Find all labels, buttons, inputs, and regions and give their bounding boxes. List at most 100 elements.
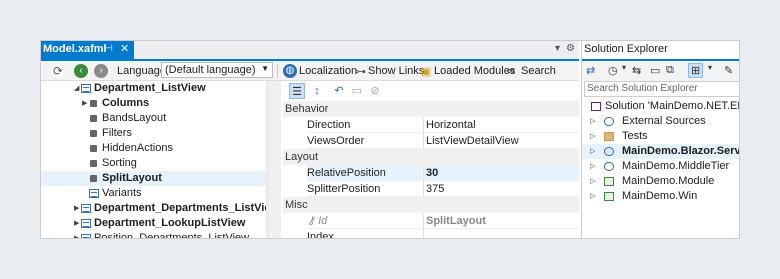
property-row[interactable]: ViewsOrder ListViewDetailView <box>283 133 579 149</box>
expand-icon[interactable]: ▷ <box>590 129 595 144</box>
wrench-icon[interactable]: ✎ <box>724 64 733 77</box>
back-forward-icon[interactable]: ⇆ <box>632 64 641 77</box>
expand-icon[interactable]: ▷ <box>590 114 595 129</box>
show-all-files-icon[interactable]: ⧉ <box>666 64 674 77</box>
chevron-down-icon[interactable]: ▾ <box>622 63 626 72</box>
tree-item[interactable]: ▶ Columns <box>41 96 266 111</box>
tree-item-label: Columns <box>102 97 150 109</box>
tree-item-selected[interactable]: SplitLayout <box>41 171 266 186</box>
expand-icon[interactable]: ▶ <box>74 231 79 238</box>
expand-icon[interactable]: ▷ <box>590 174 595 189</box>
solution-explorer-toolbar: ⇄ ◷ ▾ ⇆ ▭ ⧉ ⊞ ▾ ✎ <box>582 59 739 81</box>
tree-item[interactable]: Variants <box>41 186 266 201</box>
categorized-icon[interactable]: ☰ <box>289 83 305 99</box>
solution-item-selected[interactable]: ▷ MainDemo.Blazor.Server <box>582 144 739 159</box>
category-misc[interactable]: Misc <box>283 197 579 213</box>
expand-icon[interactable]: ▶ <box>74 201 79 216</box>
list-view-icon <box>81 234 91 238</box>
item-label: Tests <box>622 130 648 142</box>
solution-item[interactable]: ▷ Tests <box>582 129 739 144</box>
chevron-down-icon[interactable]: ▾ <box>708 63 712 72</box>
property-row[interactable]: SplitterPosition 375 <box>283 181 579 197</box>
language-select-value: (Default language) <box>165 64 256 76</box>
solution-item[interactable]: ▷ MainDemo.MiddleTier <box>582 159 739 174</box>
back-icon[interactable]: ‹ <box>74 64 88 78</box>
property-value[interactable]: 30 <box>424 165 579 181</box>
property-name: ⚷ Id <box>307 213 422 229</box>
tab-dropdown-icon[interactable]: ▾ <box>555 43 560 54</box>
document-tab-bar: Model.xafml ⊣ ✕ ▾ ⚙ <box>41 41 579 59</box>
globe-icon: ◍ <box>283 64 297 78</box>
item-label: MainDemo.Module <box>622 175 715 187</box>
localization-button[interactable]: Localization <box>299 65 357 77</box>
list-view-icon <box>81 219 91 228</box>
show-links-button[interactable]: Show Links <box>368 65 424 77</box>
solution-item[interactable]: ▷ External Sources <box>582 114 739 129</box>
search-button[interactable]: Search <box>521 65 556 77</box>
search-input[interactable]: Search Solution Explorer <box>584 81 739 97</box>
tree-item[interactable]: ◢ Department_ListView <box>41 81 266 96</box>
gear-icon[interactable]: ⚙ <box>566 43 575 54</box>
expand-icon[interactable]: ▶ <box>74 216 79 231</box>
category-label: Misc <box>285 199 308 211</box>
property-name: RelativePosition <box>307 165 422 181</box>
node-icon <box>90 160 97 167</box>
property-row[interactable]: ⚷ Id SplitLayout <box>283 213 579 229</box>
preview-icon[interactable]: ⊞ <box>688 63 704 78</box>
expand-icon[interactable]: ▷ <box>590 159 595 174</box>
refresh-icon[interactable]: ⟳ <box>51 64 65 78</box>
collapse-all-icon[interactable]: ▭ <box>650 64 660 77</box>
property-row[interactable]: Direction Horizontal <box>283 117 579 133</box>
pin-icon[interactable]: ⊣ <box>105 43 113 54</box>
link-icon: ⊶ <box>355 66 366 78</box>
expand-icon[interactable]: ▷ <box>590 144 595 159</box>
tree-item-label: Department_LookupListView <box>94 217 246 229</box>
tree-item-label: Filters <box>102 127 132 139</box>
toolbar-separator <box>277 64 278 78</box>
model-tree[interactable]: ◢ Department_ListView ▶ Columns BandsLay… <box>41 81 266 239</box>
expand-icon[interactable]: ▶ <box>82 96 87 111</box>
close-icon[interactable]: ✕ <box>120 42 129 55</box>
csharp-project-icon <box>604 177 614 186</box>
category-behavior[interactable]: Behavior <box>283 101 579 117</box>
sync-icon[interactable]: ⇄ <box>586 64 595 77</box>
property-value[interactable]: 375 <box>424 181 579 197</box>
node-icon <box>90 145 97 152</box>
vertical-scrollbar[interactable] <box>269 81 281 238</box>
tree-item-label: Position_Departments_ListView <box>94 232 250 239</box>
property-value: SplitLayout <box>424 213 579 229</box>
solution-item[interactable]: ▷ MainDemo.Module <box>582 174 739 189</box>
node-icon <box>90 175 97 182</box>
expand-icon[interactable]: ▷ <box>590 189 595 204</box>
tree-item[interactable]: BandsLayout <box>41 111 266 126</box>
tree-item[interactable]: HiddenActions <box>41 141 266 156</box>
solution-item[interactable]: Solution 'MainDemo.NET.EFCore <box>582 99 739 114</box>
history-icon[interactable]: ◷ <box>608 64 618 77</box>
sort-alpha-icon[interactable]: ↕ <box>309 83 325 99</box>
forward-icon[interactable]: › <box>94 64 108 78</box>
model-editor-panel: Model.xafml ⊣ ✕ ▾ ⚙ ⟳ ‹ › Language (Defa… <box>41 41 579 239</box>
tree-item[interactable]: Sorting <box>41 156 266 171</box>
tab-title: Model.xafml <box>43 43 107 55</box>
tab-model-xafml[interactable]: Model.xafml ⊣ ✕ <box>41 41 134 59</box>
undo-icon[interactable]: ↶ <box>331 83 347 99</box>
node-icon <box>90 100 97 107</box>
language-select[interactable]: (Default language) ▼ <box>161 62 273 78</box>
loaded-modules-button[interactable]: Loaded Modules <box>434 65 515 77</box>
tree-item[interactable]: Filters <box>41 126 266 141</box>
property-row[interactable]: Index <box>283 229 579 238</box>
property-value[interactable] <box>424 229 579 238</box>
category-layout[interactable]: Layout <box>283 149 579 165</box>
property-value[interactable]: ListViewDetailView <box>424 133 579 149</box>
solution-item[interactable]: ▷ MainDemo.Win <box>582 189 739 204</box>
tree-item[interactable]: ▶ Department_LookupListView <box>41 216 266 231</box>
link-icon[interactable]: ⊘ <box>367 83 383 99</box>
tree-item[interactable]: ▶ Position_Departments_ListView <box>41 231 266 239</box>
window-icon[interactable]: ▭ <box>349 83 365 99</box>
tree-item[interactable]: ▶ Department_Departments_ListView <box>41 201 266 216</box>
tree-item-label: Department_ListView <box>94 82 206 94</box>
property-row-selected[interactable]: RelativePosition 30 <box>283 165 579 181</box>
collapse-icon[interactable]: ◢ <box>74 81 79 96</box>
solution-explorer-panel: Solution Explorer ⇄ ◷ ▾ ⇆ ▭ ⧉ ⊞ ▾ ✎ Sear… <box>581 41 739 238</box>
property-value[interactable]: Horizontal <box>424 117 579 133</box>
